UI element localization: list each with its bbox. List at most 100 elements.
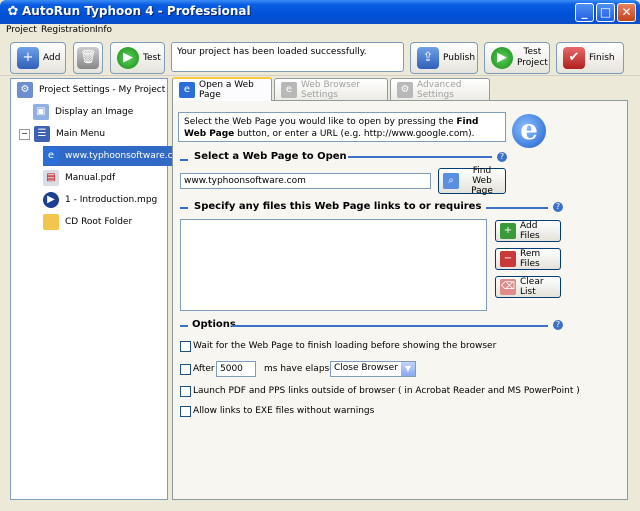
rem-files-label: Rem Files: [520, 249, 541, 269]
test-button[interactable]: ▶ Test: [110, 42, 165, 74]
minimize-button[interactable]: _: [575, 3, 594, 22]
internet-explorer-icon: e: [179, 82, 195, 98]
tree-item-manual[interactable]: ▤ Manual.pdf: [11, 167, 167, 189]
tab-web-browser-settings[interactable]: e Web Browser Settings: [274, 78, 388, 100]
section-bullet: [180, 155, 188, 161]
tree-item-main-menu[interactable]: − ☰ Main Menu: [11, 123, 167, 145]
remove-files-button[interactable]: − Rem Files: [495, 248, 561, 270]
help-icon[interactable]: ?: [497, 152, 507, 162]
folder-icon: [43, 214, 59, 230]
tree-label: Project Settings - My Project: [39, 85, 166, 95]
section-line: [232, 325, 548, 327]
app-icon: ✿: [7, 4, 19, 19]
eraser-icon: ⌫: [500, 279, 516, 295]
tree-label: 1 - Introduction.mpg: [65, 195, 158, 205]
pdf-document-icon: ▤: [43, 170, 59, 186]
search-icon: ⌕: [443, 173, 459, 189]
after-delay-checkbox[interactable]: [180, 364, 191, 375]
selected-item: e www.typhoonsoftware.com: [43, 146, 189, 166]
settings-icon: ⚙: [397, 81, 413, 98]
info-text: Select the Web Page you would like to op…: [184, 117, 457, 127]
status-message: Your project has been loaded successfull…: [171, 42, 404, 72]
allow-exe-links-checkbox[interactable]: [180, 406, 191, 417]
help-icon[interactable]: ?: [553, 202, 563, 212]
browser-action-select[interactable]: Close Browser ▼: [330, 361, 416, 377]
after-label: After: [193, 364, 215, 374]
menu-bar: Project Registration Info: [0, 24, 640, 38]
finish-label: Finish: [589, 53, 615, 63]
project-tree[interactable]: ⚙ Project Settings - My Project ▣ Displa…: [10, 78, 189, 500]
clear-list-button[interactable]: ⌫ Clear List: [495, 276, 561, 298]
section-line: [180, 325, 188, 327]
url-input[interactable]: [180, 173, 431, 189]
add-label: Add: [43, 53, 61, 63]
linked-files-list[interactable]: [180, 219, 487, 311]
publish-icon: ⇪: [417, 47, 439, 69]
test-label: Test: [143, 53, 161, 63]
finish-button[interactable]: ✔ Finish: [556, 42, 624, 74]
close-button[interactable]: ✕: [617, 3, 636, 22]
add-button[interactable]: + Add: [10, 42, 66, 74]
tree-label: CD Root Folder: [65, 217, 133, 227]
launch-pdf-outside-checkbox[interactable]: [180, 386, 191, 397]
chevron-down-icon[interactable]: ▼: [401, 362, 415, 376]
tab-open-web-page[interactable]: e Open a Web Page: [172, 77, 272, 101]
delete-button[interactable]: 🗑: [73, 42, 103, 74]
maximize-button[interactable]: □: [596, 3, 615, 22]
section-options: Options: [192, 319, 236, 330]
help-icon[interactable]: ?: [553, 320, 563, 330]
delay-ms-input[interactable]: [216, 361, 256, 377]
collapse-icon[interactable]: −: [19, 128, 30, 140]
menu-icon: ☰: [34, 126, 50, 142]
tree-label: Display an Image: [55, 107, 134, 117]
instructions-text: Select the Web Page you would like to op…: [178, 112, 506, 142]
add-file-icon: +: [500, 223, 516, 239]
internet-explorer-icon: e: [43, 148, 59, 164]
section-select-web-page: Select a Web Page to Open: [194, 151, 347, 162]
section-linked-files: Specify any files this Web Page links to…: [194, 201, 482, 212]
add-files-button[interactable]: + Add Files: [495, 220, 561, 242]
find-web-page-label: Find Web Page: [471, 166, 493, 196]
tree-item-cd-root[interactable]: CD Root Folder: [11, 211, 167, 233]
tree-item-video[interactable]: ▶ 1 - Introduction.mpg: [11, 189, 167, 211]
info-text: button, or enter a URL (e.g. http://www.…: [234, 129, 475, 139]
ms-elapsed-label: ms have elapsed: [264, 364, 341, 374]
play-icon: ▶: [117, 47, 139, 69]
tab-advanced-settings[interactable]: ⚙ Advanced Settings: [390, 78, 490, 100]
tab-label: Open a Web Page: [199, 80, 254, 100]
browser-action-value: Close Browser: [334, 363, 398, 373]
menu-info[interactable]: Info: [95, 24, 112, 37]
window-title: AutoRun Typhoon 4 - Professional: [22, 4, 251, 18]
clear-list-label: Clear List: [520, 277, 544, 297]
section-line: [486, 207, 548, 209]
find-web-page-button[interactable]: ⌕ Find Web Page: [438, 166, 506, 196]
project-settings-icon: ⚙: [17, 82, 33, 98]
internet-explorer-icon: e: [281, 81, 297, 98]
section-line: [348, 156, 492, 158]
allow-exe-links-label: Allow links to EXE files without warning…: [193, 406, 375, 416]
menu-project[interactable]: Project: [6, 24, 37, 37]
section-line: [180, 207, 188, 209]
publish-button[interactable]: ⇪ Publish: [410, 42, 478, 74]
tab-label: Web Browser Settings: [301, 79, 360, 100]
play-icon: ▶: [491, 47, 513, 69]
add-item-icon: +: [17, 47, 39, 69]
wait-for-load-label: Wait for the Web Page to finish loading …: [193, 341, 497, 351]
test-project-label: Test Project: [517, 47, 548, 68]
publish-label: Publish: [443, 53, 476, 63]
add-files-label: Add Files: [520, 221, 540, 241]
tab-label: Advanced Settings: [417, 79, 462, 100]
tree-item-project-settings[interactable]: ⚙ Project Settings - My Project: [11, 79, 167, 101]
menu-registration[interactable]: Registration: [41, 24, 95, 37]
launch-pdf-outside-label: Launch PDF and PPS links outside of brow…: [193, 386, 580, 396]
wait-for-load-checkbox[interactable]: [180, 341, 191, 352]
tree-item-display-image[interactable]: ▣ Display an Image: [11, 101, 167, 123]
test-project-button[interactable]: ▶ Test Project: [484, 42, 550, 74]
trash-icon: 🗑: [77, 47, 99, 69]
tree-item-website[interactable]: e www.typhoonsoftware.com: [11, 145, 189, 167]
internet-explorer-logo-icon: e: [512, 114, 546, 148]
tree-label: Main Menu: [56, 129, 106, 139]
section-line: [180, 159, 188, 161]
tree-label: Manual.pdf: [65, 173, 116, 183]
image-icon: ▣: [33, 104, 49, 120]
